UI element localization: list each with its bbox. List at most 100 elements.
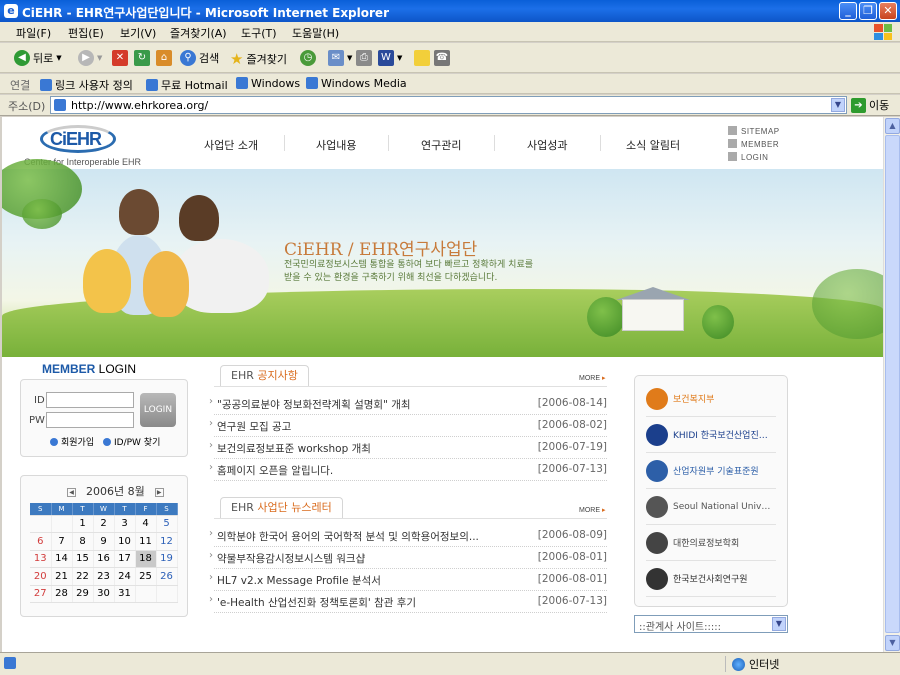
util-login[interactable]: LOGIN [728, 152, 768, 162]
home-button[interactable]: ⌂ [156, 50, 172, 66]
calendar-day[interactable]: 4 [135, 515, 157, 533]
print-button[interactable]: ⎙ [356, 50, 372, 66]
link-hotmail[interactable]: 무료 Hotmail [146, 77, 228, 93]
calendar-day[interactable]: 17 [114, 550, 136, 568]
forward-dropdown-icon[interactable]: ▼ [97, 54, 102, 62]
list-item[interactable]: › 연구원 모집 공고 [2006-08-02] [209, 415, 607, 437]
newsletter-more-link[interactable]: MORE ▸ [579, 506, 605, 514]
go-button[interactable]: ➔ 이동 [851, 97, 889, 113]
password-input[interactable] [46, 412, 134, 428]
back-button[interactable]: ◀ 뒤로 ▼ [14, 50, 62, 66]
back-dropdown-icon[interactable]: ▼ [56, 54, 61, 62]
calendar-day[interactable]: 14 [51, 550, 73, 568]
calendar-day[interactable]: 31 [114, 585, 136, 603]
calendar-day[interactable]: 5 [156, 515, 178, 533]
calendar-day[interactable]: 30 [93, 585, 115, 603]
list-item-title[interactable]: 보건의료정보표준 workshop 개최 [217, 441, 371, 456]
calendar-day[interactable]: 18 [135, 550, 157, 568]
close-button[interactable]: ✕ [879, 2, 897, 20]
calendar-day[interactable]: 3 [114, 515, 136, 533]
list-item-title[interactable]: 약물부작용감시정보시스템 워크샵 [217, 551, 365, 566]
list-item[interactable]: › 약물부작용감시정보시스템 워크샵 [2006-08-01] [209, 547, 607, 569]
related-sites-select[interactable]: ::관계사 사이트::::: ▼ [634, 615, 788, 633]
list-item-title[interactable]: HL7 v2.x Message Profile 분석서 [217, 573, 381, 588]
history-button[interactable]: ◷ [300, 50, 316, 66]
menu-view[interactable]: 보기(V) [120, 25, 156, 41]
refresh-button[interactable]: ↻ [134, 50, 150, 66]
link-windows-media[interactable]: Windows Media [306, 77, 407, 90]
nav-research[interactable]: 연구관리 [421, 137, 461, 153]
related-org-link[interactable]: Seoul National University College of Med… [646, 489, 776, 525]
next-month-icon[interactable]: ▶ [154, 488, 164, 497]
calendar-day[interactable]: 22 [72, 567, 94, 586]
mail-dropdown-icon[interactable]: ▼ [347, 54, 352, 62]
forward-button[interactable]: ▶ ▼ [78, 50, 102, 66]
calendar-day[interactable]: 16 [93, 550, 115, 568]
util-member[interactable]: MEMBER [728, 139, 779, 149]
link-windows[interactable]: Windows [236, 77, 300, 90]
nav-results[interactable]: 사업성과 [527, 137, 567, 153]
mail-button[interactable]: ✉ ▼ [328, 50, 352, 66]
calendar-day[interactable]: 25 [135, 567, 157, 586]
calendar-day[interactable]: 21 [51, 567, 73, 586]
login-button[interactable]: LOGIN [140, 393, 176, 427]
nav-news[interactable]: 소식 알림터 [626, 137, 680, 153]
calendar-day[interactable]: 13 [30, 550, 52, 568]
calendar-day[interactable]: 20 [30, 567, 52, 586]
calendar-day[interactable]: 27 [30, 585, 52, 603]
related-org-link[interactable]: KHIDI 한국보건산업진흥원 [646, 417, 776, 453]
join-link[interactable]: 회원가입 [50, 435, 94, 448]
messenger-button[interactable]: ☎ [434, 50, 450, 66]
menu-edit[interactable]: 편집(E) [68, 25, 104, 41]
list-item[interactable]: › 보건의료정보표준 workshop 개최 [2006-07-19] [209, 437, 607, 459]
related-org-link[interactable]: 보건복지부 [646, 381, 776, 417]
scroll-thumb[interactable] [885, 135, 900, 633]
calendar-day[interactable]: 1 [72, 515, 94, 533]
calendar-day[interactable]: 6 [30, 532, 52, 551]
tab-notice[interactable]: EHR 공지사항 [220, 365, 309, 387]
nav-about[interactable]: 사업단 소개 [204, 137, 258, 153]
calendar-day[interactable]: 15 [72, 550, 94, 568]
list-item[interactable]: › 의학분야 한국어 용어의 국어학적 분석 및 의학용어정보의... [2006… [209, 525, 607, 547]
util-sitemap[interactable]: SITEMAP [728, 126, 780, 136]
minimize-button[interactable]: _ [839, 2, 857, 20]
menu-favorites[interactable]: 즐겨찾기(A) [170, 25, 227, 41]
calendar-day[interactable]: 12 [156, 532, 178, 551]
calendar-day[interactable]: 9 [93, 532, 115, 551]
prev-month-icon[interactable]: ◀ [67, 488, 76, 497]
calendar-day[interactable]: 24 [114, 567, 136, 586]
list-item-title[interactable]: 'e-Health 산업선진화 정책토론회' 참관 후기 [217, 595, 416, 610]
calendar-day[interactable]: 10 [114, 532, 136, 551]
scroll-up-icon[interactable]: ▲ [885, 118, 900, 134]
list-item[interactable]: › 'e-Health 산업선진화 정책토론회' 참관 후기 [2006-07-1… [209, 591, 607, 613]
menu-file[interactable]: 파일(F) [16, 25, 51, 41]
maximize-button[interactable]: ❐ [859, 2, 877, 20]
search-button[interactable]: ⚲ 검색 [180, 50, 219, 66]
notice-more-link[interactable]: MORE ▸ [579, 374, 605, 382]
word-button[interactable]: W ▼ [378, 50, 402, 66]
list-item[interactable]: › 홈페이지 오픈을 알립니다. [2006-07-13] [209, 459, 607, 481]
calendar-day[interactable]: 8 [72, 532, 94, 551]
nav-business[interactable]: 사업내용 [316, 137, 356, 153]
related-org-link[interactable]: 한국보건사회연구원 [646, 561, 776, 597]
related-org-link[interactable]: 산업자원부 기술표준원 [646, 453, 776, 489]
word-dropdown-icon[interactable]: ▼ [397, 54, 402, 62]
id-input[interactable] [46, 392, 134, 408]
calendar-day[interactable]: 26 [156, 567, 178, 586]
menu-tools[interactable]: 도구(T) [241, 25, 277, 41]
calendar-day[interactable]: 28 [51, 585, 73, 603]
calendar-day[interactable]: 7 [51, 532, 73, 551]
stop-button[interactable]: ✕ [112, 50, 128, 66]
calendar-day[interactable]: 2 [93, 515, 115, 533]
vertical-scrollbar[interactable]: ▲ ▼ [883, 117, 900, 652]
address-dropdown-icon[interactable]: ▼ [831, 98, 845, 112]
link-customize[interactable]: 링크 사용자 정의 [40, 77, 133, 93]
favorites-button[interactable]: ★ 즐겨찾기 [230, 50, 287, 68]
list-item-title[interactable]: 연구원 모집 공고 [217, 419, 291, 434]
list-item-title[interactable]: 홈페이지 오픈을 알립니다. [217, 463, 333, 478]
calendar-day[interactable]: 29 [72, 585, 94, 603]
calendar-day[interactable]: 19 [156, 550, 178, 568]
list-item[interactable]: › "공공의료분야 정보화전략계획 설명회" 개최 [2006-08-14] [209, 393, 607, 415]
calendar-day[interactable]: 23 [93, 567, 115, 586]
calendar-day[interactable]: 11 [135, 532, 157, 551]
